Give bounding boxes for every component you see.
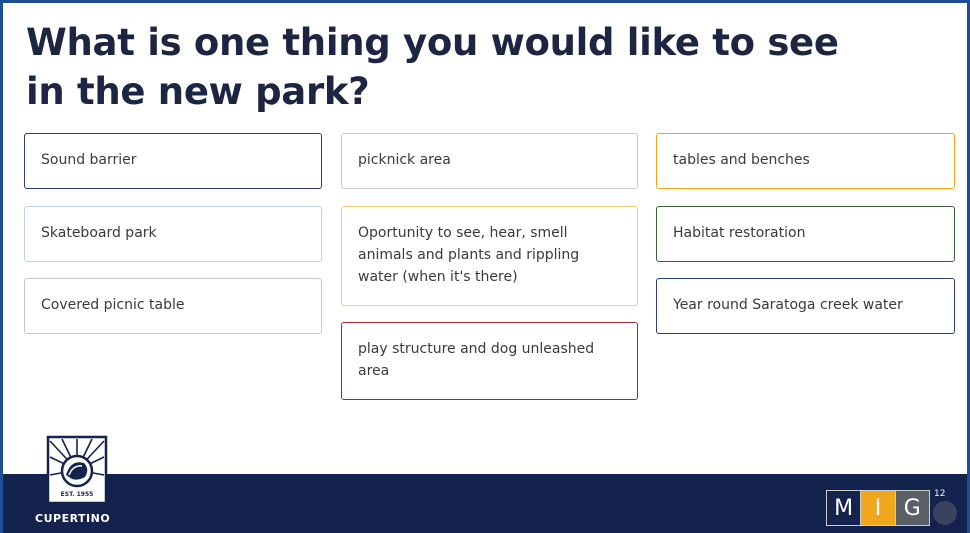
- mig-letter-m: M: [827, 491, 862, 525]
- response-card: Year round Saratoga creek water: [656, 278, 955, 334]
- response-card: Covered picnic table: [24, 278, 322, 334]
- response-text: Covered picnic table: [41, 297, 185, 313]
- slide-title: What is one thing you would like to see …: [26, 21, 839, 113]
- logo-est: EST. 1955: [61, 491, 94, 498]
- user-avatar-icon[interactable]: [933, 501, 957, 525]
- cupertino-logo: EST. 1955: [46, 435, 108, 505]
- cupertino-wordmark: CUPERTINO: [35, 512, 111, 525]
- response-card: Sound barrier: [24, 133, 322, 189]
- response-text: Habitat restoration: [673, 225, 806, 241]
- response-card: Oportunity to see, hear, smell animals a…: [341, 206, 638, 306]
- mig-letter-g: G: [894, 491, 929, 525]
- response-card: Skateboard park: [24, 206, 322, 262]
- response-text: Skateboard park: [41, 225, 157, 241]
- response-text: Year round Saratoga creek water: [673, 297, 903, 313]
- response-text: picknick area: [358, 152, 451, 168]
- page-number: 12: [934, 489, 946, 499]
- response-card: picknick area: [341, 133, 638, 189]
- footer-bar: [3, 474, 967, 533]
- response-card: tables and benches: [656, 133, 955, 189]
- response-text: Sound barrier: [41, 152, 137, 168]
- mig-letter-i: I: [861, 491, 895, 525]
- response-text: play structure and dog unleashed area: [358, 341, 595, 379]
- response-text: tables and benches: [673, 152, 810, 168]
- mig-logo: M I G: [826, 490, 930, 526]
- response-card: play structure and dog unleashed area: [341, 322, 638, 400]
- response-card: Habitat restoration: [656, 206, 955, 262]
- response-text: Oportunity to see, hear, smell animals a…: [358, 225, 580, 285]
